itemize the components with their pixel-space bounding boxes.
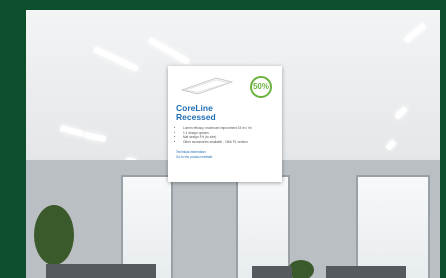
window [236,175,290,278]
feature-item: Other accessories available - 160k PL ve… [183,140,283,145]
desk [326,266,406,278]
product-title: CoreLine Recessed [176,104,216,122]
window [121,175,173,278]
luminaire-icon [180,77,234,95]
desk [252,266,292,278]
product-website-link[interactable]: Go to the product website [176,155,212,160]
badge-value: 50% [252,82,269,91]
desk [46,264,156,278]
card-links: Technical information Go to the product … [176,150,212,160]
plant [34,205,74,265]
feature-list: Lumen effcacy: maximum improvment 15 lm … [176,126,283,144]
product-card[interactable]: 50% CoreLine Recessed Lumen effcacy: max… [168,66,282,182]
window [356,175,430,278]
product-title-line2: Recessed [176,112,216,122]
energy-saving-badge: 50% [250,76,272,98]
